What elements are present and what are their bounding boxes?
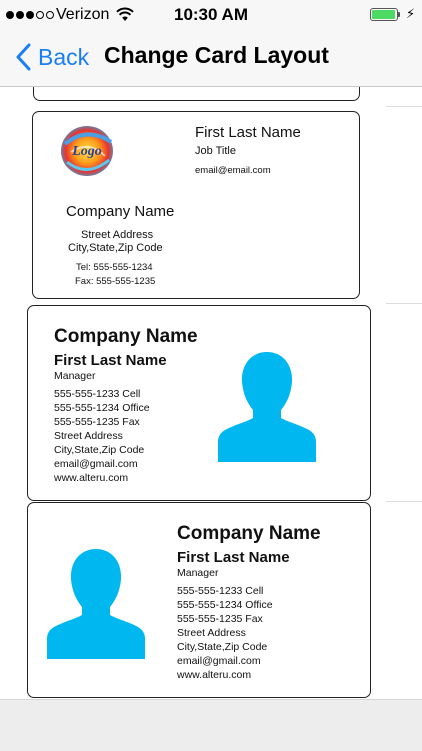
logo-icon: Logo xyxy=(61,126,113,176)
card-cell: 555-555-1233 Cell xyxy=(177,585,264,597)
card-website: www.alteru.com xyxy=(54,472,129,484)
card-email: email@gmail.com xyxy=(54,458,138,470)
card-email: email@gmail.com xyxy=(177,655,261,667)
card-office: 555-555-1234 Office xyxy=(54,402,150,414)
row-separator xyxy=(386,501,422,502)
chevron-left-icon xyxy=(16,43,31,71)
card-street: Street Address xyxy=(177,627,246,639)
card-layout-photo-left[interactable]: Company Name First Last Name Manager 555… xyxy=(27,502,371,698)
battery-icon xyxy=(370,8,398,21)
bolt-icon: ⚡ xyxy=(406,6,416,21)
card-layout-partial[interactable] xyxy=(33,87,360,101)
card-website: www.alteru.com xyxy=(177,669,252,681)
status-bar: Verizon 10:30 AM ⚡ xyxy=(0,0,422,30)
card-city: City,State,Zip Code xyxy=(177,641,268,653)
card-company: Company Name xyxy=(54,326,198,347)
card-role: Manager xyxy=(177,567,219,579)
card-city: City,State,Zip Code xyxy=(54,444,145,456)
card-fax: 555-555-1235 Fax xyxy=(177,613,263,625)
card-fax: Fax: 555-555-1235 xyxy=(75,276,156,287)
card-street: Street Address xyxy=(54,430,123,442)
layout-list[interactable]: Logo First Last Name Job Title email@ema… xyxy=(0,87,422,699)
back-label: Back xyxy=(38,43,90,70)
card-fax: 555-555-1235 Fax xyxy=(54,416,140,428)
card-company: Company Name xyxy=(66,203,175,220)
person-silhouette-icon xyxy=(218,352,316,462)
card-street: Street Address xyxy=(81,229,154,241)
row-separator xyxy=(386,303,422,304)
card-job-title: Job Title xyxy=(195,145,236,157)
card-layout-logo[interactable]: Logo First Last Name Job Title email@ema… xyxy=(32,111,360,299)
card-city: City,State,Zip Code xyxy=(68,242,163,254)
clock: 10:30 AM xyxy=(173,5,248,24)
battery-tip xyxy=(398,12,400,17)
page-title: Change Card Layout xyxy=(104,42,329,68)
card-name: First Last Name xyxy=(177,549,290,566)
card-email: email@email.com xyxy=(195,165,271,176)
card-name: First Last Name xyxy=(195,124,301,141)
card-company: Company Name xyxy=(177,523,321,544)
bottom-toolbar xyxy=(0,699,422,751)
navigation-bar: Back Change Card Layout xyxy=(0,30,422,87)
card-office: 555-555-1234 Office xyxy=(177,599,273,611)
person-silhouette-icon xyxy=(47,549,145,659)
card-cell: 555-555-1233 Cell xyxy=(54,388,141,400)
back-button[interactable]: Back xyxy=(14,40,89,74)
card-tel: Tel: 555-555-1234 xyxy=(76,262,153,273)
card-layout-photo-right[interactable]: Company Name First Last Name Manager 555… xyxy=(27,305,371,501)
logo-text: Logo xyxy=(71,144,102,159)
card-name: First Last Name xyxy=(54,352,167,369)
card-role: Manager xyxy=(54,370,96,382)
row-separator xyxy=(386,106,422,107)
